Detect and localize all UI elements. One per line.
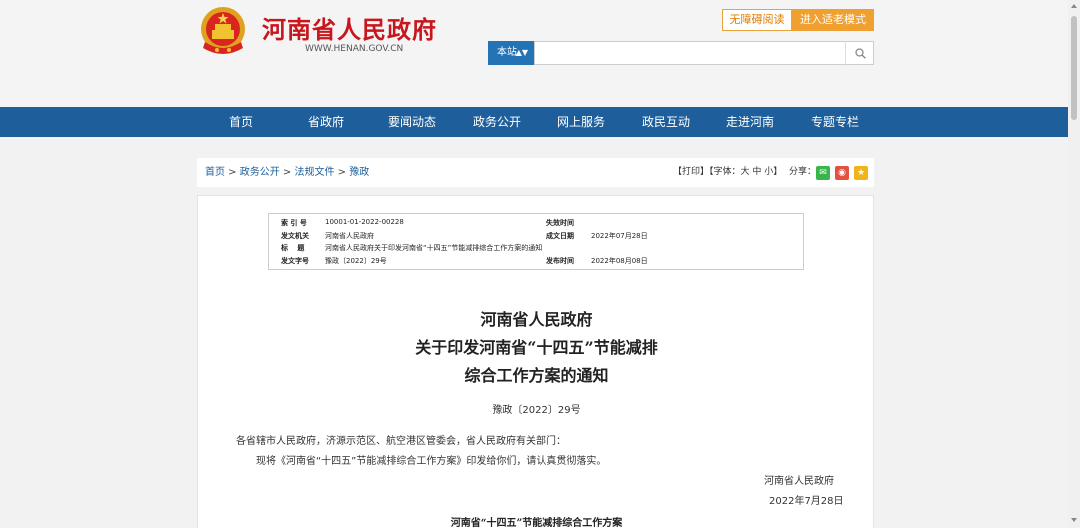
font-size-control[interactable]: 【字体：大 中 小】	[709, 167, 782, 177]
nav-interaction[interactable]: 政民互动	[642, 107, 690, 137]
nav-home[interactable]: 首页	[229, 107, 253, 137]
breadcrumb-home[interactable]: 首页	[205, 167, 225, 178]
nav-government-affairs[interactable]: 政务公开	[473, 107, 521, 137]
nav-about-henan[interactable]: 走进河南	[726, 107, 774, 137]
addressee: 各省辖市人民政府，济源示范区、航空港区管委会，省人民政府有关部门：	[236, 436, 566, 447]
site-url: WWW.HENAN.GOV.CN	[305, 44, 404, 54]
meta-label: 索 引 号	[281, 219, 307, 227]
search-scope-label: 本站	[497, 47, 517, 58]
meta-index-no: 10001-01-2022-00228	[325, 218, 404, 226]
meta-label: 发文字号	[281, 257, 309, 265]
document-title-line: 综合工作方案的通知	[464, 366, 609, 385]
breadcrumb: 首页 > 政务公开 > 法规文件 > 豫政	[205, 158, 369, 187]
page-scrollbar[interactable]	[1068, 0, 1080, 528]
nav-provincial-government[interactable]: 省政府	[308, 107, 344, 137]
nav-topics[interactable]: 专题专栏	[811, 107, 859, 137]
breadcrumb-government-affairs[interactable]: 政务公开	[240, 167, 280, 178]
search-icon	[854, 47, 866, 59]
body-paragraph: 现将《河南省“十四五”节能减排综合工作方案》印发给你们，请认真贯彻落实。	[256, 456, 607, 467]
meta-label: 发布时间	[546, 257, 574, 265]
search-button[interactable]	[845, 41, 874, 65]
attachment-title: 河南省“十四五”节能减排综合工作方案	[450, 518, 623, 528]
search-scope-select[interactable]: 本站 ▲▼	[488, 41, 534, 65]
breadcrumb-regulations[interactable]: 法规文件	[295, 167, 335, 178]
meta-label: 标 题	[281, 244, 305, 252]
elder-mode-button[interactable]: 进入适老模式	[792, 9, 874, 31]
breadcrumb-separator: >	[334, 167, 350, 178]
sort-arrows-icon: ▲▼	[515, 48, 528, 57]
meta-issuer: 河南省人民政府	[325, 232, 374, 240]
weibo-icon[interactable]: ◉	[835, 166, 849, 180]
main-nav: 首页 省政府 要闻动态 政务公开 网上服务 政民互动 走进河南 专题专栏	[0, 107, 1080, 137]
article-content: 索 引 号 10001-01-2022-00228 失效时间 发文机关 河南省人…	[197, 195, 874, 528]
share-label: 分享：	[789, 167, 817, 177]
meta-label: 失效时间	[546, 219, 574, 227]
meta-written-date: 2022年07月28日	[591, 232, 648, 240]
accessibility-button[interactable]: 无障碍阅读	[722, 9, 792, 31]
qzone-star-icon[interactable]: ★	[854, 166, 868, 180]
breadcrumb-separator: >	[279, 167, 295, 178]
meta-publish-date: 2022年08月08日	[591, 257, 648, 265]
breadcrumb-yuzheng[interactable]: 豫政	[349, 167, 369, 178]
meta-label: 成文日期	[546, 232, 574, 240]
site-header: 河南省人民政府 WWW.HENAN.GOV.CN 无障碍阅读 进入适老模式 本站…	[0, 0, 1080, 107]
nav-news[interactable]: 要闻动态	[388, 107, 436, 137]
nav-online-services[interactable]: 网上服务	[557, 107, 605, 137]
document-metadata: 索 引 号 10001-01-2022-00228 失效时间 发文机关 河南省人…	[268, 213, 804, 270]
scrollbar-thumb[interactable]	[1071, 16, 1077, 120]
page-tools: 【打印】【字体：大 中 小】	[673, 158, 782, 187]
signature: 河南省人民政府	[764, 476, 834, 487]
document-number: 豫政〔2022〕29号	[492, 405, 581, 416]
breadcrumb-separator: >	[225, 167, 240, 178]
site-title[interactable]: 河南省人民政府	[262, 10, 437, 45]
breadcrumb-bar: 首页 > 政务公开 > 法规文件 > 豫政 【打印】【字体：大 中 小】 分享：…	[197, 158, 874, 187]
document-date: 2022年7月28日	[769, 496, 844, 507]
print-button[interactable]: 【打印】	[673, 167, 709, 177]
wechat-icon[interactable]: ✉	[816, 166, 830, 180]
meta-title: 河南省人民政府关于印发河南省“十四五”节能减排综合工作方案的通知	[325, 244, 543, 252]
scroll-up-icon[interactable]	[1071, 4, 1077, 8]
scroll-down-icon[interactable]	[1071, 518, 1077, 522]
search-input[interactable]	[534, 41, 874, 65]
document-title-line: 河南省人民政府	[480, 310, 593, 329]
document-title-line: 关于印发河南省“十四五”节能减排	[415, 338, 658, 357]
meta-doc-no: 豫政〔2022〕29号	[325, 257, 387, 265]
national-emblem-icon	[201, 7, 245, 54]
meta-label: 发文机关	[281, 232, 309, 240]
